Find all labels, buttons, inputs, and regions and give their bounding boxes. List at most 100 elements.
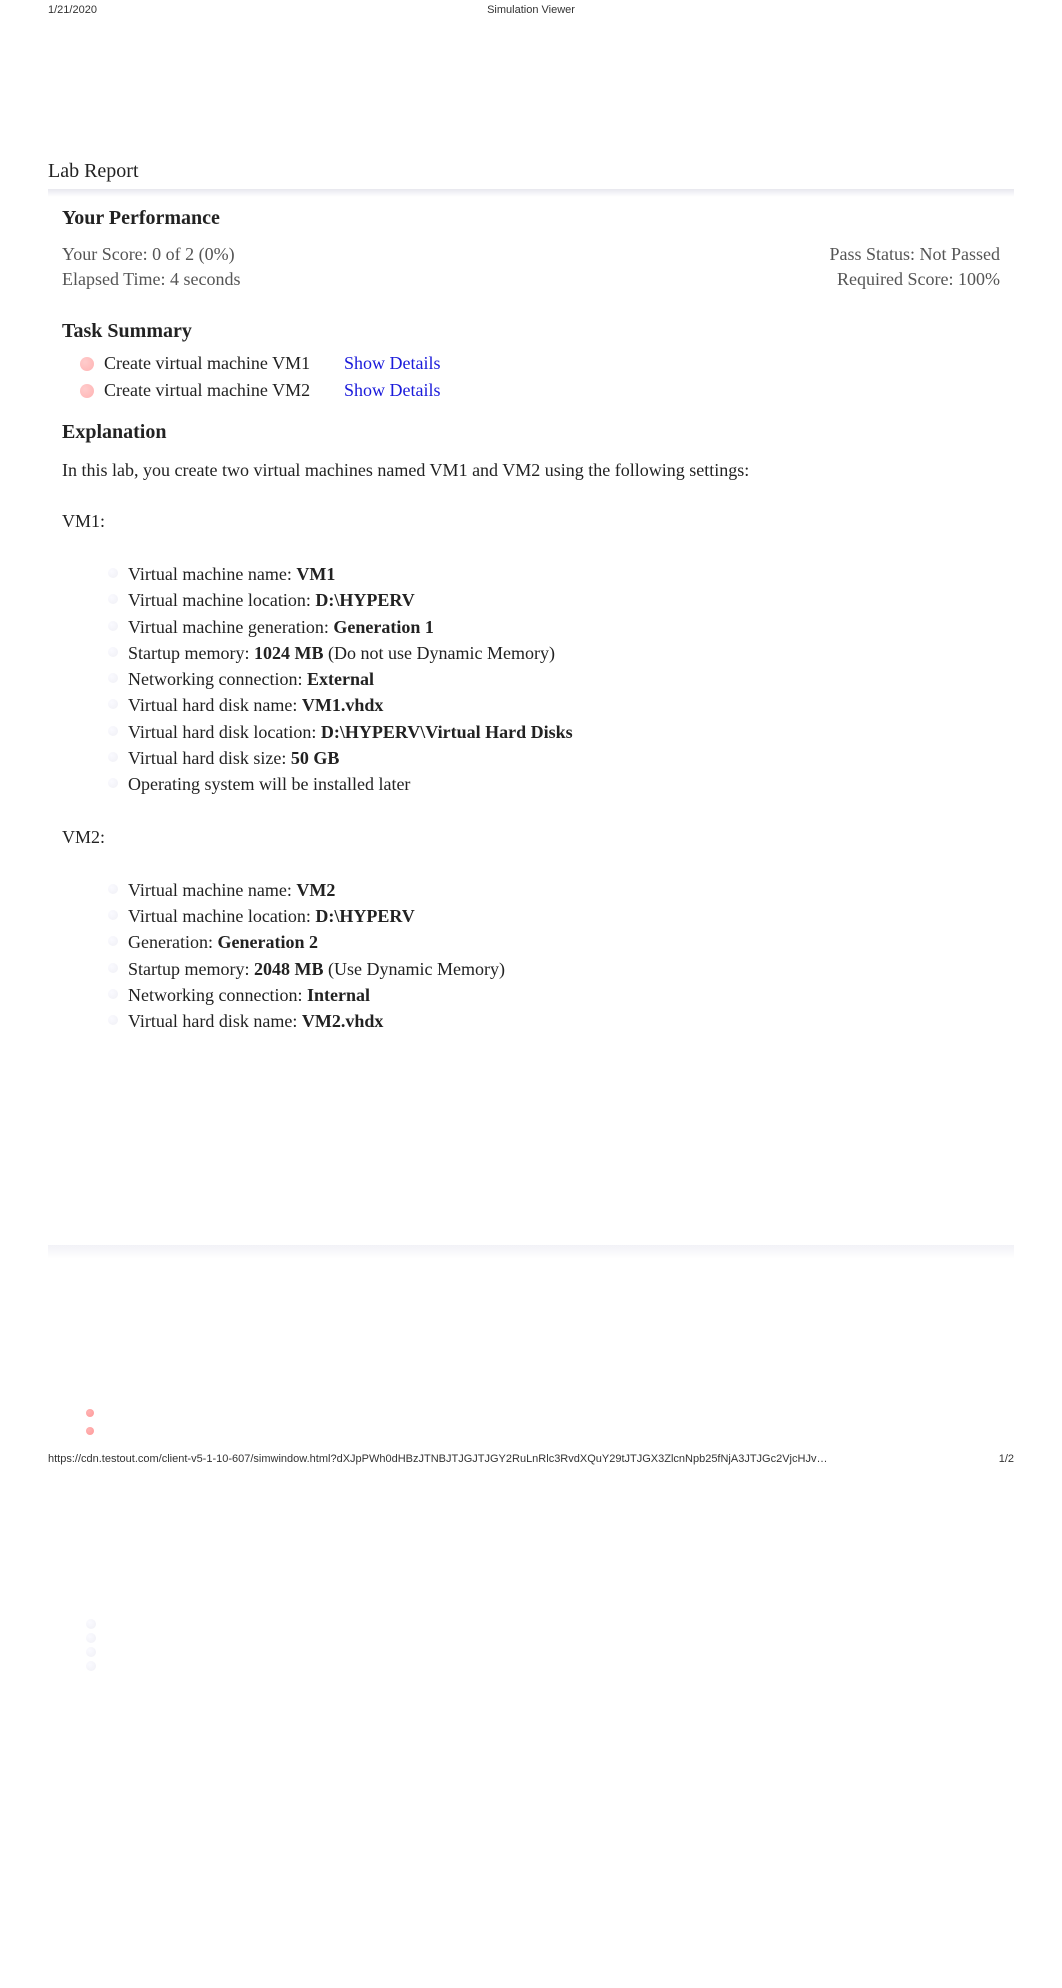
- vm1-label: VM1:: [48, 511, 1014, 532]
- item-key: Generation:: [128, 932, 217, 952]
- footer-url: https://cdn.testout.com/client-v5-1-10-6…: [48, 1453, 827, 1465]
- item-val: D:\HYPERV\Virtual Hard Disks: [321, 722, 573, 742]
- vm2-label: VM2:: [48, 827, 1014, 848]
- bullet-icon: [108, 989, 118, 999]
- item-key: Virtual machine location:: [128, 906, 315, 926]
- footer-area-2: [0, 1469, 1062, 1671]
- fail-icon: [86, 1427, 94, 1435]
- list-item: Networking connection: Internal: [108, 983, 1000, 1007]
- time-row: Elapsed Time: 4 seconds Required Score: …: [48, 269, 1014, 290]
- vm2-list: Virtual machine name: VM2 Virtual machin…: [48, 878, 1014, 1034]
- bullet-icon: [86, 1633, 96, 1643]
- item-note: (Do not use Dynamic Memory): [323, 643, 554, 663]
- list-item: Virtual hard disk name: VM1.vhdx: [108, 693, 1000, 717]
- item-key: Virtual hard disk size:: [128, 748, 291, 768]
- explanation-heading: Explanation: [48, 411, 1014, 452]
- item-key: Virtual machine generation:: [128, 617, 333, 637]
- item-val: VM2.vhdx: [302, 1011, 384, 1031]
- vm1-list: Virtual machine name: VM1 Virtual machin…: [48, 562, 1014, 797]
- bullet-icon: [108, 910, 118, 920]
- bullet-icon: [108, 621, 118, 631]
- bullet-icon: [86, 1647, 96, 1657]
- list-item: Virtual machine location: D:\HYPERV: [108, 904, 1000, 928]
- header-date: 1/21/2020: [48, 4, 97, 16]
- item-key: Virtual hard disk location:: [128, 722, 321, 742]
- item-val: D:\HYPERV: [315, 590, 414, 610]
- bullet-icon: [108, 699, 118, 709]
- task-item: Create virtual machine VM1 Show Details: [80, 353, 1000, 374]
- bullet-icon: [108, 726, 118, 736]
- list-item: Networking connection: External: [108, 667, 1000, 691]
- task-label: Create virtual machine VM2: [104, 380, 324, 401]
- bullet-icon: [108, 884, 118, 894]
- list-item: Operating system will be installed later: [108, 772, 1000, 796]
- item-key: Virtual hard disk name:: [128, 1011, 302, 1031]
- item-key: Networking connection:: [128, 985, 307, 1005]
- item-val: Internal: [307, 985, 370, 1005]
- hidden-red-bullets: [86, 1409, 1014, 1435]
- bullet-icon: [108, 778, 118, 788]
- task-summary-heading: Task Summary: [48, 310, 1014, 351]
- fail-icon: [86, 1409, 94, 1417]
- item-val: VM1.vhdx: [302, 695, 384, 715]
- footer-area: [0, 1259, 1062, 1435]
- hidden-bullets: [86, 1619, 1014, 1671]
- item-key: Startup memory:: [128, 959, 254, 979]
- item-val: External: [307, 669, 374, 689]
- item-key: Virtual machine name:: [128, 564, 296, 584]
- item-val: 2048 MB: [254, 959, 324, 979]
- header-title: Simulation Viewer: [487, 4, 575, 16]
- item-val: VM1: [296, 564, 335, 584]
- item-val: Generation 1: [333, 617, 434, 637]
- fail-icon: [80, 384, 94, 398]
- performance-heading: Your Performance: [48, 197, 1014, 238]
- item-val: 1024 MB: [254, 643, 324, 663]
- list-item: Virtual machine name: VM2: [108, 878, 1000, 902]
- item-key: Virtual machine name:: [128, 880, 296, 900]
- task-item: Create virtual machine VM2 Show Details: [80, 380, 1000, 401]
- list-item: Virtual hard disk location: D:\HYPERV\Vi…: [108, 720, 1000, 744]
- item-key: Virtual hard disk name:: [128, 695, 302, 715]
- bullet-icon: [108, 594, 118, 604]
- show-details-link[interactable]: Show Details: [344, 380, 441, 401]
- item-val: D:\HYPERV: [315, 906, 414, 926]
- score-row: Your Score: 0 of 2 (0%) Pass Status: Not…: [48, 244, 1014, 265]
- item-val: Generation 2: [217, 932, 318, 952]
- content: Lab Report Your Performance Your Score: …: [0, 20, 1062, 1259]
- item-key: Operating system will be installed later: [128, 774, 410, 794]
- elapsed-time: Elapsed Time: 4 seconds: [62, 269, 241, 290]
- footer-page: 1/2: [999, 1453, 1014, 1465]
- item-val: VM2: [296, 880, 335, 900]
- task-label: Create virtual machine VM1: [104, 353, 324, 374]
- list-item: Virtual hard disk size: 50 GB: [108, 746, 1000, 770]
- item-val: 50 GB: [291, 748, 340, 768]
- explanation-intro: In this lab, you create two virtual mach…: [48, 460, 1014, 481]
- task-list: Create virtual machine VM1 Show Details …: [48, 353, 1014, 401]
- list-item: Generation: Generation 2: [108, 930, 1000, 954]
- fail-icon: [80, 357, 94, 371]
- list-item: Virtual machine generation: Generation 1: [108, 615, 1000, 639]
- show-details-link[interactable]: Show Details: [344, 353, 441, 374]
- your-score: Your Score: 0 of 2 (0%): [62, 244, 235, 265]
- bullet-icon: [108, 647, 118, 657]
- list-item: Startup memory: 1024 MB (Do not use Dyna…: [108, 641, 1000, 665]
- bullet-icon: [86, 1661, 96, 1671]
- bullet-icon: [108, 963, 118, 973]
- divider: [48, 189, 1014, 197]
- item-key: Startup memory:: [128, 643, 254, 663]
- item-key: Networking connection:: [128, 669, 307, 689]
- pass-status: Pass Status: Not Passed: [829, 244, 1000, 265]
- bullet-icon: [86, 1619, 96, 1629]
- list-item: Virtual machine name: VM1: [108, 562, 1000, 586]
- page-header: 1/21/2020 Simulation Viewer: [0, 0, 1062, 20]
- item-note: (Use Dynamic Memory): [323, 959, 504, 979]
- item-key: Virtual machine location:: [128, 590, 315, 610]
- bullet-icon: [108, 673, 118, 683]
- bullet-icon: [108, 1015, 118, 1025]
- required-score: Required Score: 100%: [837, 269, 1000, 290]
- bullet-icon: [108, 936, 118, 946]
- lab-report-title: Lab Report: [48, 160, 1014, 183]
- divider: [48, 1245, 1014, 1259]
- list-item: Virtual hard disk name: VM2.vhdx: [108, 1009, 1000, 1033]
- spacer: [48, 1035, 1014, 1235]
